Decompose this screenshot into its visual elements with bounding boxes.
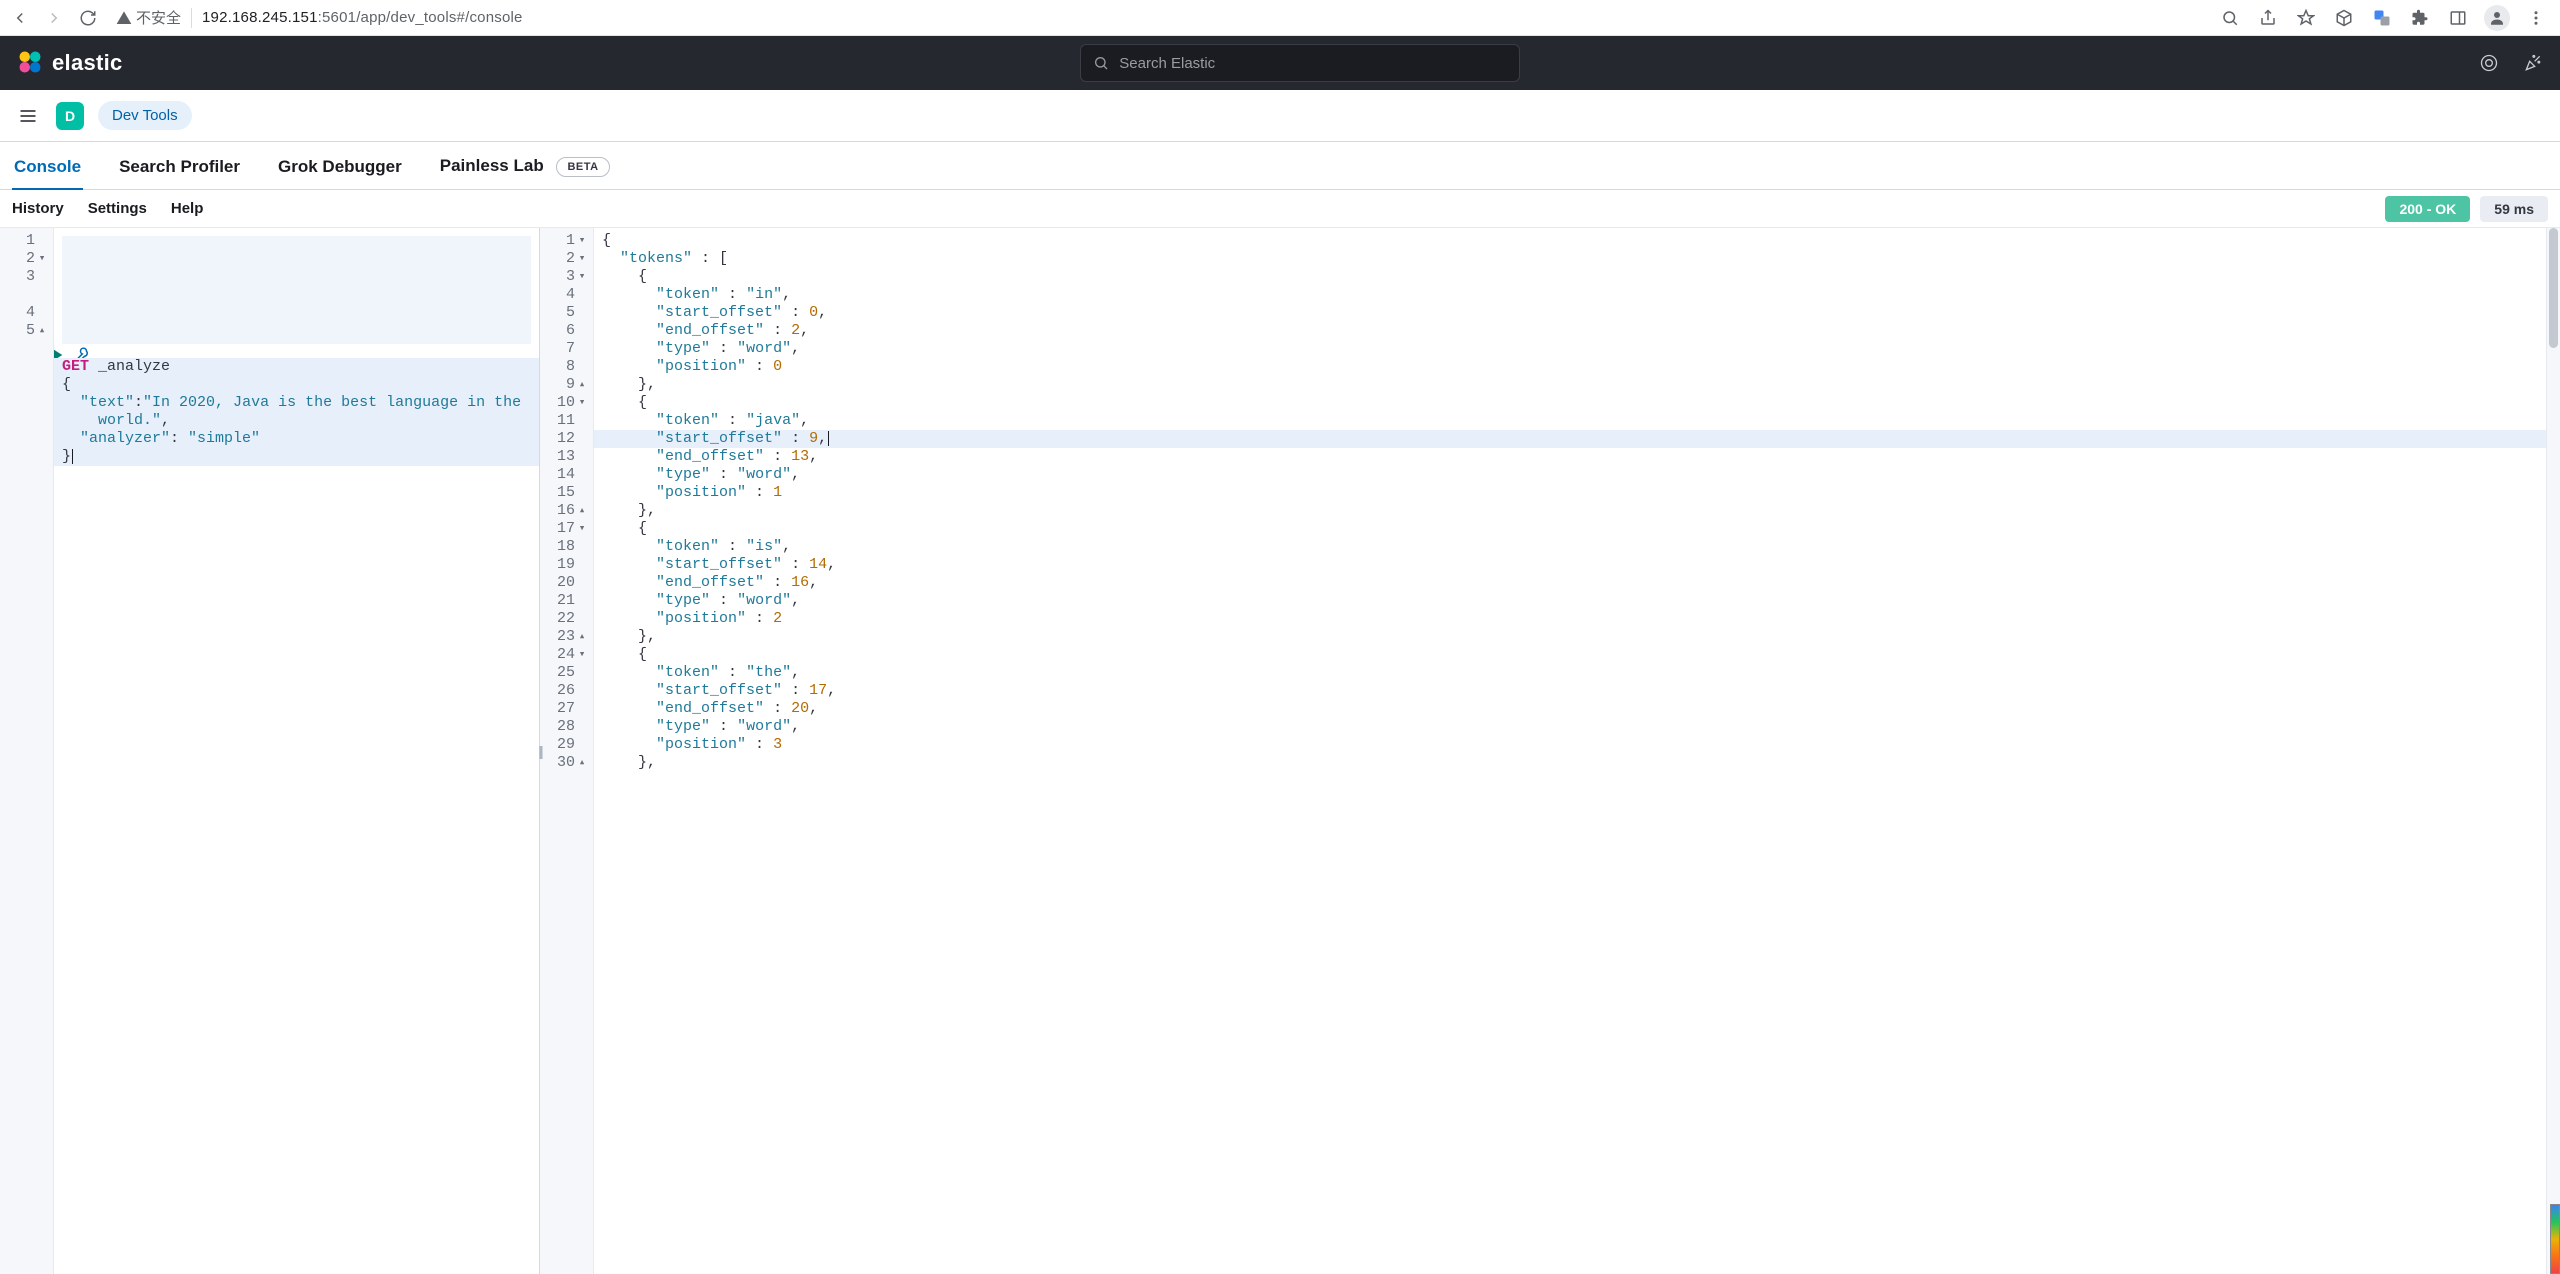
response-pane: 1▾2▾3▾4 5 6 7 8 9▴10▾11 12 13 14 15 16▴1… (540, 228, 2560, 1274)
perf-indicator (2550, 1204, 2560, 1274)
newsfeed-icon[interactable] (2478, 52, 2500, 74)
elastic-wordmark: elastic (52, 50, 123, 76)
tab-grok-debugger[interactable]: Grok Debugger (276, 157, 404, 189)
response-scrollbar[interactable] (2546, 228, 2560, 1274)
url-text: 192.168.245.151:5601/app/dev_tools#/cons… (202, 9, 523, 26)
tab-console[interactable]: Console (12, 157, 83, 189)
reload-button[interactable] (76, 6, 100, 30)
nav-toggle-button[interactable] (14, 102, 42, 130)
bookmark-star-icon[interactable] (2294, 6, 2318, 30)
tab-search-profiler[interactable]: Search Profiler (117, 157, 242, 189)
response-status-badge: 200 - OK (2385, 196, 2470, 222)
zoom-search-icon[interactable] (2218, 6, 2242, 30)
extensions-puzzle-icon[interactable] (2408, 6, 2432, 30)
devtools-tabs: Console Search Profiler Grok Debugger Pa… (0, 142, 2560, 190)
browser-toolbar: 不安全 192.168.245.151:5601/app/dev_tools#/… (0, 0, 2560, 36)
extension-cube-icon[interactable] (2332, 6, 2356, 30)
response-gutter: 1▾2▾3▾4 5 6 7 8 9▴10▾11 12 13 14 15 16▴1… (540, 228, 594, 1274)
elastic-logo-icon (16, 48, 44, 79)
kebab-menu-icon[interactable] (2524, 6, 2548, 30)
global-search-input[interactable]: Search Elastic (1080, 44, 1520, 82)
console-editor: 1 2▾3 4 5▴ GET _analyze{ "text":"In 2020… (0, 228, 2560, 1274)
forward-button[interactable] (42, 6, 66, 30)
elastic-logo[interactable]: elastic (16, 48, 123, 79)
kibana-header: elastic Search Elastic (0, 36, 2560, 90)
help-link[interactable]: Help (171, 200, 204, 217)
response-latency-badge: 59 ms (2480, 196, 2548, 222)
pane-splitter[interactable] (534, 731, 546, 771)
request-gutter: 1 2▾3 4 5▴ (0, 228, 54, 1274)
warning-icon (116, 10, 132, 26)
back-button[interactable] (8, 6, 32, 30)
response-code[interactable]: { "tokens" : [ { "token" : "in", "start_… (594, 228, 2546, 1274)
request-code[interactable]: GET _analyze{ "text":"In 2020, Java is t… (54, 228, 539, 1274)
panel-icon[interactable] (2446, 6, 2470, 30)
kibana-subheader: D Dev Tools (0, 90, 2560, 142)
beta-badge: BETA (556, 157, 609, 177)
tab-painless-lab[interactable]: Painless Lab BETA (438, 156, 612, 189)
help-confetti-icon[interactable] (2522, 52, 2544, 74)
google-translate-icon[interactable] (2370, 6, 2394, 30)
console-toolbar: History Settings Help 200 - OK 59 ms (0, 190, 2560, 228)
separator (191, 8, 192, 28)
settings-link[interactable]: Settings (88, 200, 147, 217)
share-icon[interactable] (2256, 6, 2280, 30)
browser-actions (2218, 5, 2552, 31)
address-bar[interactable]: 不安全 192.168.245.151:5601/app/dev_tools#/… (116, 7, 523, 28)
space-selector[interactable]: D (56, 102, 84, 130)
security-label: 不安全 (136, 7, 181, 28)
request-pane: 1 2▾3 4 5▴ GET _analyze{ "text":"In 2020… (0, 228, 540, 1274)
search-icon (1093, 55, 1109, 71)
profile-avatar[interactable] (2484, 5, 2510, 31)
security-indicator[interactable]: 不安全 (116, 7, 181, 28)
history-link[interactable]: History (12, 200, 64, 217)
breadcrumb[interactable]: Dev Tools (98, 101, 192, 130)
global-search-placeholder: Search Elastic (1119, 55, 1215, 72)
